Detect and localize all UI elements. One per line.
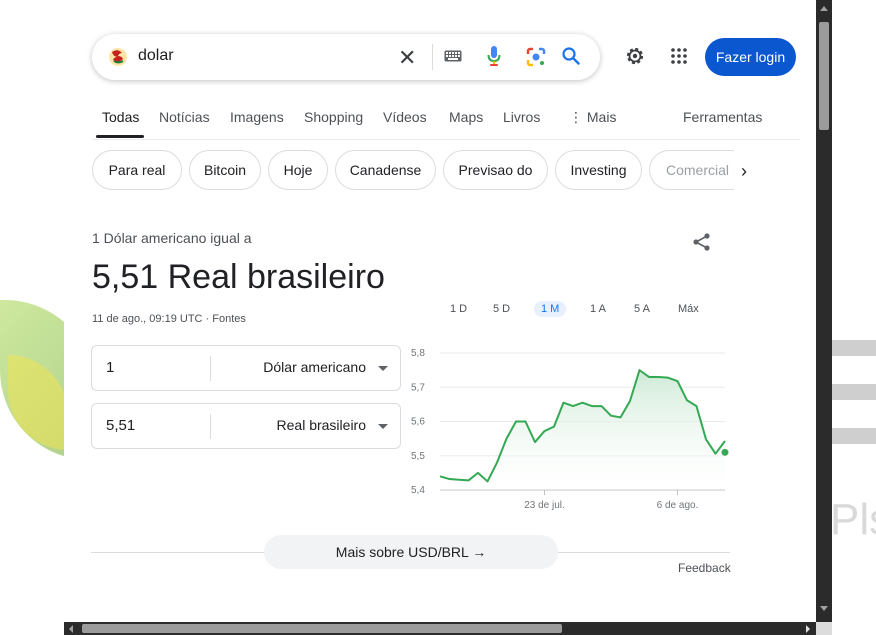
converter-timestamp[interactable]: 11 de ago., 09:19 UTC · Fontes <box>92 313 246 325</box>
range-5d[interactable]: 5 D <box>493 301 510 317</box>
keyboard-icon[interactable] <box>444 50 462 62</box>
chip-comercial[interactable]: Comercial <box>649 150 734 190</box>
gear-icon[interactable] <box>624 45 646 67</box>
login-button[interactable]: Fazer login <box>705 38 796 76</box>
range-5a[interactable]: 5 A <box>634 301 650 317</box>
tab-ferramentas[interactable]: Ferramentas <box>683 109 762 125</box>
search-bar[interactable]: dolar ✕ <box>92 34 600 80</box>
converter-equals-label: 1 Dólar americano igual a <box>92 230 252 246</box>
feedback-link[interactable]: Feedback <box>678 561 731 575</box>
apps-grid-icon[interactable] <box>670 47 688 65</box>
microphone-icon[interactable] <box>487 45 501 67</box>
y-tick-label: 5,5 <box>411 451 425 462</box>
converter-separator <box>210 414 211 439</box>
google-lens-icon[interactable] <box>525 46 547 68</box>
to-currency-row: 5,51 Real brasileiro <box>91 403 401 449</box>
tab-noticias[interactable]: Notícias <box>159 109 210 125</box>
vertical-scroll-thumb[interactable] <box>819 22 829 130</box>
range-1m[interactable]: 1 M <box>534 301 567 317</box>
from-currency-row: 1 Dólar americano <box>91 345 401 391</box>
last-value-point <box>721 448 729 456</box>
scrollbar-corner <box>816 622 832 635</box>
chip-hoje[interactable]: Hoje <box>268 150 328 190</box>
y-tick-label: 5,6 <box>411 417 425 428</box>
horizontal-scrollbar[interactable] <box>64 622 816 635</box>
converter-separator <box>210 356 211 381</box>
y-tick-label: 5,7 <box>411 382 425 393</box>
clear-icon[interactable]: ✕ <box>398 45 416 71</box>
search-icon[interactable] <box>561 46 581 66</box>
dropdown-caret-icon[interactable] <box>378 424 388 429</box>
tab-imagens[interactable]: Imagens <box>230 109 284 125</box>
from-currency-select[interactable]: Dólar americano <box>263 359 366 375</box>
tabs-divider <box>92 139 800 140</box>
background-partial-text: Pls <box>830 495 876 544</box>
vertical-scrollbar[interactable] <box>816 0 832 622</box>
tab-videos[interactable]: Vídeos <box>383 109 427 125</box>
scroll-up-icon[interactable] <box>820 6 828 11</box>
y-tick-label: 5,4 <box>411 485 425 496</box>
scroll-right-icon[interactable] <box>806 625 810 633</box>
chip-para-real[interactable]: Para real <box>92 150 182 190</box>
range-1d[interactable]: 1 D <box>450 301 467 317</box>
exchange-rate-chart[interactable]: 5,8 5,7 5,6 5,5 5,4 23 de jul. 6 de ago. <box>407 340 737 520</box>
chevron-right-icon[interactable]: › <box>741 161 747 182</box>
tab-shopping[interactable]: Shopping <box>304 109 363 125</box>
y-tick-label: 5,8 <box>411 348 425 359</box>
active-tab-indicator <box>96 135 144 138</box>
to-currency-select[interactable]: Real brasileiro <box>277 417 366 433</box>
horizontal-scroll-thumb[interactable] <box>82 624 562 633</box>
scroll-down-icon[interactable] <box>820 606 828 611</box>
scroll-left-icon[interactable] <box>69 625 73 633</box>
chip-canadense[interactable]: Canadense <box>335 150 436 190</box>
search-results-panel: dolar ✕ Fazer login Todas Notícias Image… <box>64 0 816 622</box>
to-amount-input[interactable]: 5,51 <box>106 417 135 434</box>
search-input[interactable]: dolar <box>138 47 174 65</box>
x-tick-label: 23 de jul. <box>524 500 565 511</box>
converter-result: 5,51 Real brasileiro <box>92 258 385 296</box>
search-divider <box>432 44 433 70</box>
x-tick-label: 6 de ago. <box>657 500 699 511</box>
tab-todas[interactable]: Todas <box>102 109 139 125</box>
dropdown-caret-icon[interactable] <box>378 366 388 371</box>
chip-bitcoin[interactable]: Bitcoin <box>189 150 261 190</box>
more-about-button[interactable]: Mais sobre USD/BRL → <box>264 535 558 569</box>
tab-maps[interactable]: Maps <box>449 109 483 125</box>
tab-livros[interactable]: Livros <box>503 109 540 125</box>
share-icon[interactable] <box>692 232 712 252</box>
range-1a[interactable]: 1 A <box>590 301 606 317</box>
from-amount-input[interactable]: 1 <box>106 359 114 376</box>
tab-mais[interactable]: ⋮ Mais <box>569 109 616 126</box>
doodle-logo-icon[interactable] <box>107 46 129 68</box>
series-area <box>440 370 725 490</box>
range-max[interactable]: Máx <box>678 301 699 317</box>
chip-previsao-do[interactable]: Previsao do <box>443 150 548 190</box>
chip-investing[interactable]: Investing <box>555 150 642 190</box>
